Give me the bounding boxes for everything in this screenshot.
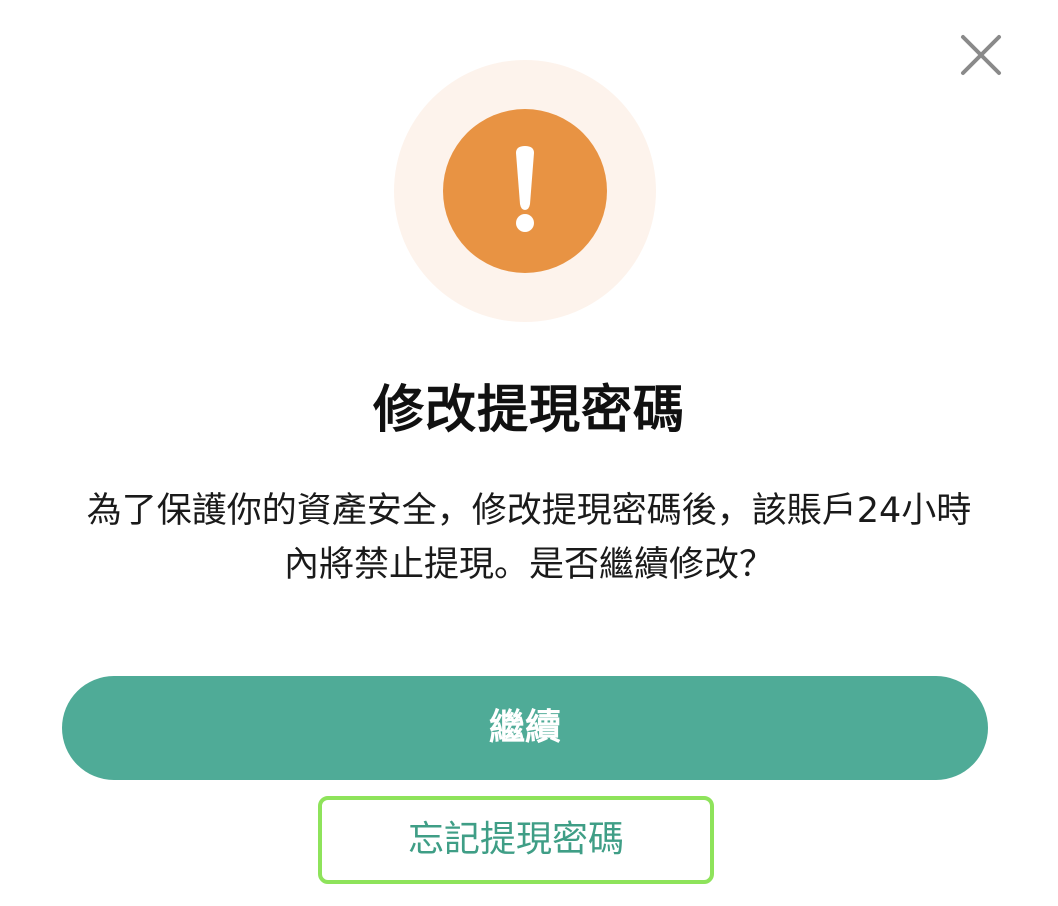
warning-icon	[443, 109, 607, 273]
dialog-message-line-1: 為了保護你的資產安全，修改提現密碼後，該賬戶24小時	[86, 491, 972, 531]
exclamation-icon	[516, 146, 534, 232]
continue-button[interactable]: 繼續	[62, 676, 988, 780]
close-button[interactable]	[958, 32, 1004, 78]
dialog-message-line-2: 內將禁止提現。是否繼續修改？	[283, 545, 774, 585]
forgot-password-link[interactable]: 忘記提現密碼	[318, 796, 714, 884]
dialog-title: 修改提現密碼	[372, 381, 685, 440]
dialog-message: 為了保護你的資產安全，修改提現密碼後，該賬戶24小時 內將禁止提現。是否繼續修改…	[60, 484, 998, 592]
close-icon	[961, 35, 1001, 75]
